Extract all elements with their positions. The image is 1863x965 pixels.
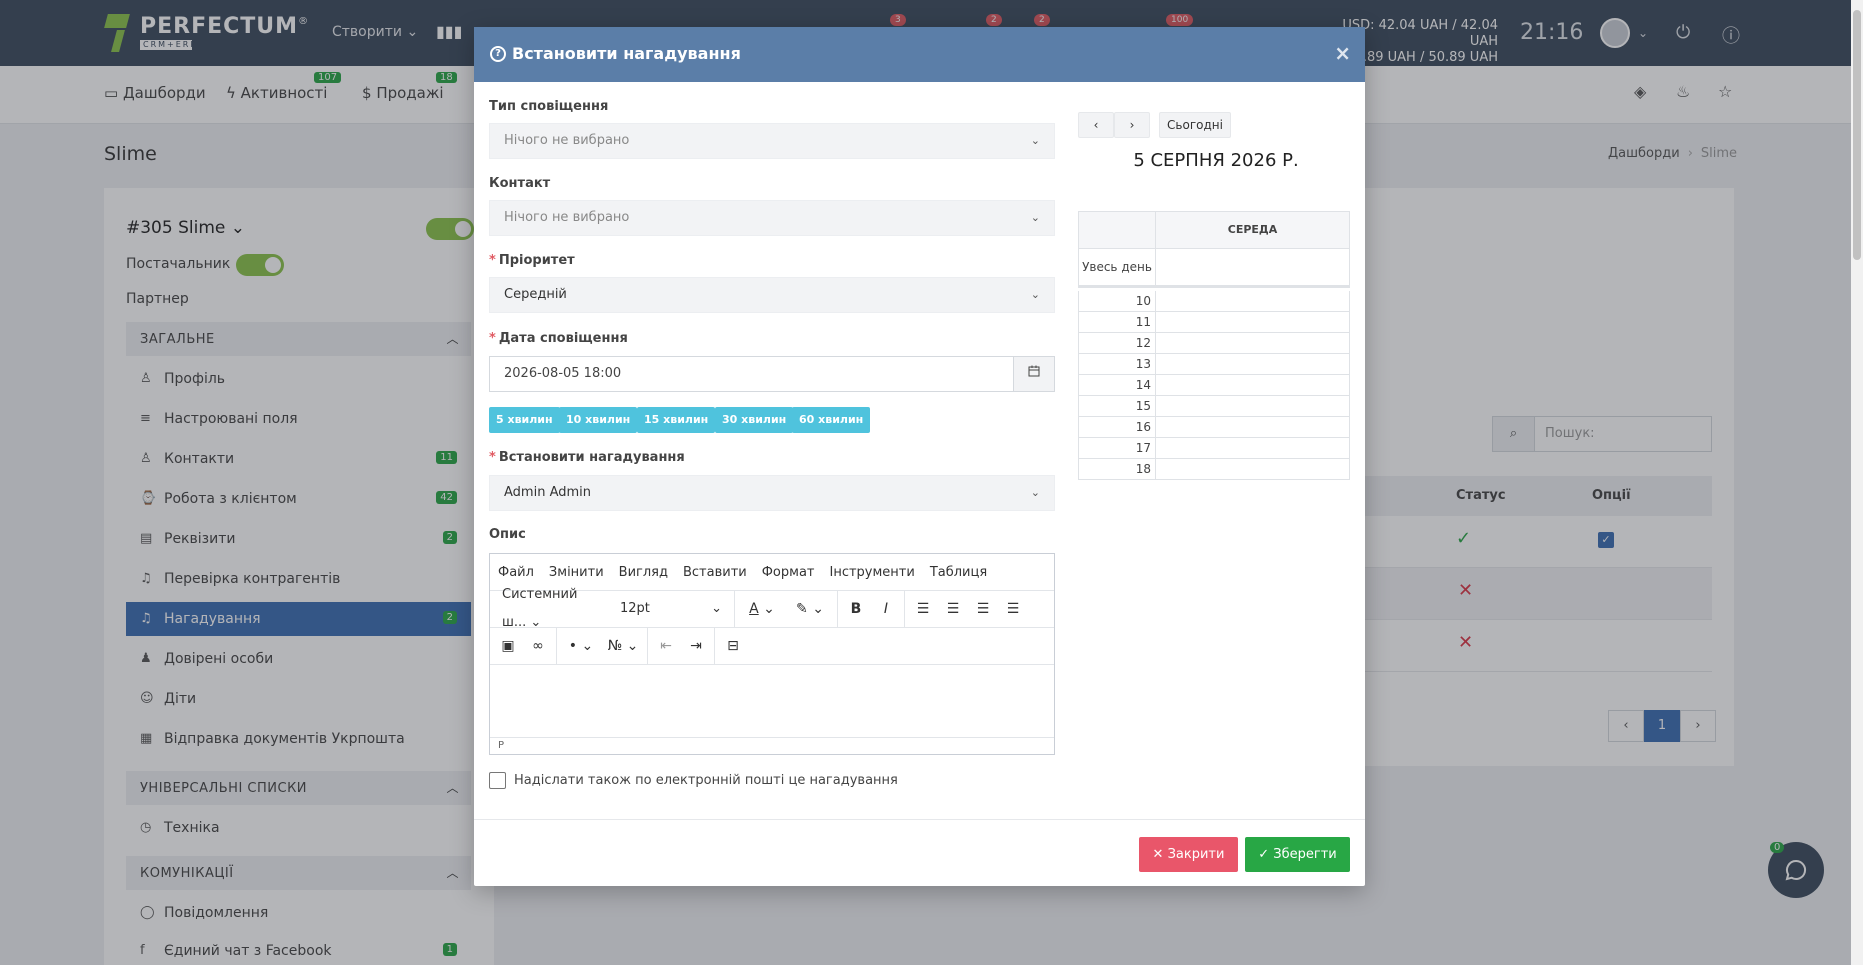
- chevron-down-icon: ⌄: [1030, 486, 1040, 499]
- numbered-list-icon[interactable]: № ⌄: [603, 632, 643, 660]
- email-reminder-checkbox[interactable]: [489, 772, 506, 789]
- email-reminder-option[interactable]: Надіслати також по електронній пошті це …: [489, 772, 898, 789]
- priority-label: * Пріоритет: [489, 253, 575, 268]
- editor-menu-tools[interactable]: Інструменти: [829, 565, 914, 580]
- quick-60-min-button[interactable]: 60 хвилин: [792, 407, 871, 433]
- align-left-icon[interactable]: ☰: [909, 595, 937, 623]
- calendar-hour-slot[interactable]: 16: [1078, 417, 1350, 438]
- calendar-title: 5 СЕРПНЯ 2026 Р.: [1133, 150, 1299, 171]
- outdent-icon[interactable]: ⇤: [652, 632, 680, 660]
- chevron-down-icon: ⌄: [1030, 134, 1040, 147]
- rich-text-editor: Файл Змінити Вигляд Вставити Формат Інст…: [489, 553, 1055, 755]
- italic-icon[interactable]: I: [872, 595, 900, 623]
- align-justify-icon[interactable]: ☰: [999, 595, 1027, 623]
- date-field: 2026-08-05 18:00: [489, 356, 1055, 392]
- page-break-icon[interactable]: ⊟: [719, 632, 747, 660]
- reminder-modal: ? Встановити нагадування × Тип сповіщенн…: [474, 27, 1365, 886]
- calendar-prev-button[interactable]: ‹: [1078, 112, 1114, 138]
- highlight-color-icon[interactable]: ✎ ⌄: [787, 595, 833, 623]
- editor-menu-file[interactable]: Файл: [498, 565, 534, 580]
- page-scrollbar[interactable]: [1851, 0, 1863, 965]
- description-label: Опис: [489, 527, 526, 542]
- image-icon[interactable]: ▣: [494, 632, 522, 660]
- date-input[interactable]: 2026-08-05 18:00: [490, 357, 1013, 391]
- editor-statusbar: P: [490, 737, 1054, 754]
- assignee-select[interactable]: Admin Admin ⌄: [489, 475, 1055, 511]
- editor-menu-edit[interactable]: Змінити: [549, 565, 604, 580]
- calendar-hour-slot[interactable]: 11: [1078, 312, 1350, 333]
- bullet-list-icon[interactable]: • ⌄: [561, 632, 601, 660]
- calendar-icon[interactable]: [1013, 357, 1054, 391]
- chevron-down-icon: ⌄: [1030, 211, 1040, 224]
- editor-menu-insert[interactable]: Вставити: [683, 565, 747, 580]
- contact-select[interactable]: Нічого не вибрано ⌄: [489, 200, 1055, 236]
- quick-15-min-button[interactable]: 15 хвилин: [637, 407, 716, 433]
- modal-title: ? Встановити нагадування: [490, 44, 741, 63]
- calendar-hour-slot[interactable]: 13: [1078, 354, 1350, 375]
- chevron-down-icon: ⌄: [1030, 288, 1040, 301]
- close-button[interactable]: ✕ Закрити: [1139, 837, 1238, 872]
- question-icon: ?: [490, 45, 506, 62]
- calendar-next-button[interactable]: ›: [1114, 112, 1150, 138]
- calendar-all-day-row[interactable]: Увесь день: [1078, 248, 1350, 288]
- modal-footer: ✕ Закрити ✓ Зберегти: [474, 819, 1365, 886]
- text-color-icon[interactable]: A ⌄: [739, 595, 785, 623]
- editor-content[interactable]: [490, 665, 1054, 740]
- editor-toolbar-1: Системний ш... ⌄ 12pt ⌄ A ⌄ ✎ ⌄ B I ☰ ☰ …: [490, 587, 1054, 630]
- calendar-hour-slot[interactable]: 15: [1078, 396, 1350, 417]
- quick-5-min-button[interactable]: 5 хвилин: [489, 407, 560, 433]
- editor-menu-table[interactable]: Таблиця: [930, 565, 987, 580]
- notify-type-select[interactable]: Нічого не вибрано ⌄: [489, 123, 1055, 159]
- priority-select[interactable]: Середній ⌄: [489, 277, 1055, 313]
- calendar-today-button[interactable]: Сьогодні: [1159, 112, 1231, 138]
- calendar-hour-slot[interactable]: 14: [1078, 375, 1350, 396]
- close-icon[interactable]: ×: [1334, 41, 1351, 65]
- bold-icon[interactable]: B: [842, 595, 870, 623]
- align-center-icon[interactable]: ☰: [939, 595, 967, 623]
- calendar-hour-slot[interactable]: 17: [1078, 438, 1350, 459]
- indent-icon[interactable]: ⇥: [682, 632, 710, 660]
- editor-toolbar-2: ▣ ∞ • ⌄ № ⌄ ⇤ ⇥ ⊟: [490, 628, 1054, 665]
- calendar-day-name: СЕРЕДА: [1227, 223, 1278, 236]
- date-label: * Дата сповіщення: [489, 331, 628, 346]
- calendar-hour-slot[interactable]: 10: [1078, 291, 1350, 312]
- calendar-header: СЕРЕДА: [1078, 211, 1350, 249]
- font-size-select[interactable]: 12pt ⌄: [612, 595, 730, 623]
- modal-header: ? Встановити нагадування ×: [474, 27, 1365, 82]
- calendar-hour-slot[interactable]: 12: [1078, 333, 1350, 354]
- calendar-hour-slot[interactable]: 18: [1078, 459, 1350, 480]
- quick-30-min-button[interactable]: 30 хвилин: [715, 407, 794, 433]
- assignee-label: * Встановити нагадування: [489, 450, 685, 465]
- editor-menu-view[interactable]: Вигляд: [619, 565, 668, 580]
- quick-10-min-button[interactable]: 10 хвилин: [559, 407, 638, 433]
- notify-type-label: Тип сповіщення: [489, 99, 609, 114]
- link-icon[interactable]: ∞: [524, 632, 552, 660]
- editor-menu-format[interactable]: Формат: [762, 565, 815, 580]
- contact-label: Контакт: [489, 176, 551, 191]
- save-button[interactable]: ✓ Зберегти: [1245, 837, 1350, 872]
- align-right-icon[interactable]: ☰: [969, 595, 997, 623]
